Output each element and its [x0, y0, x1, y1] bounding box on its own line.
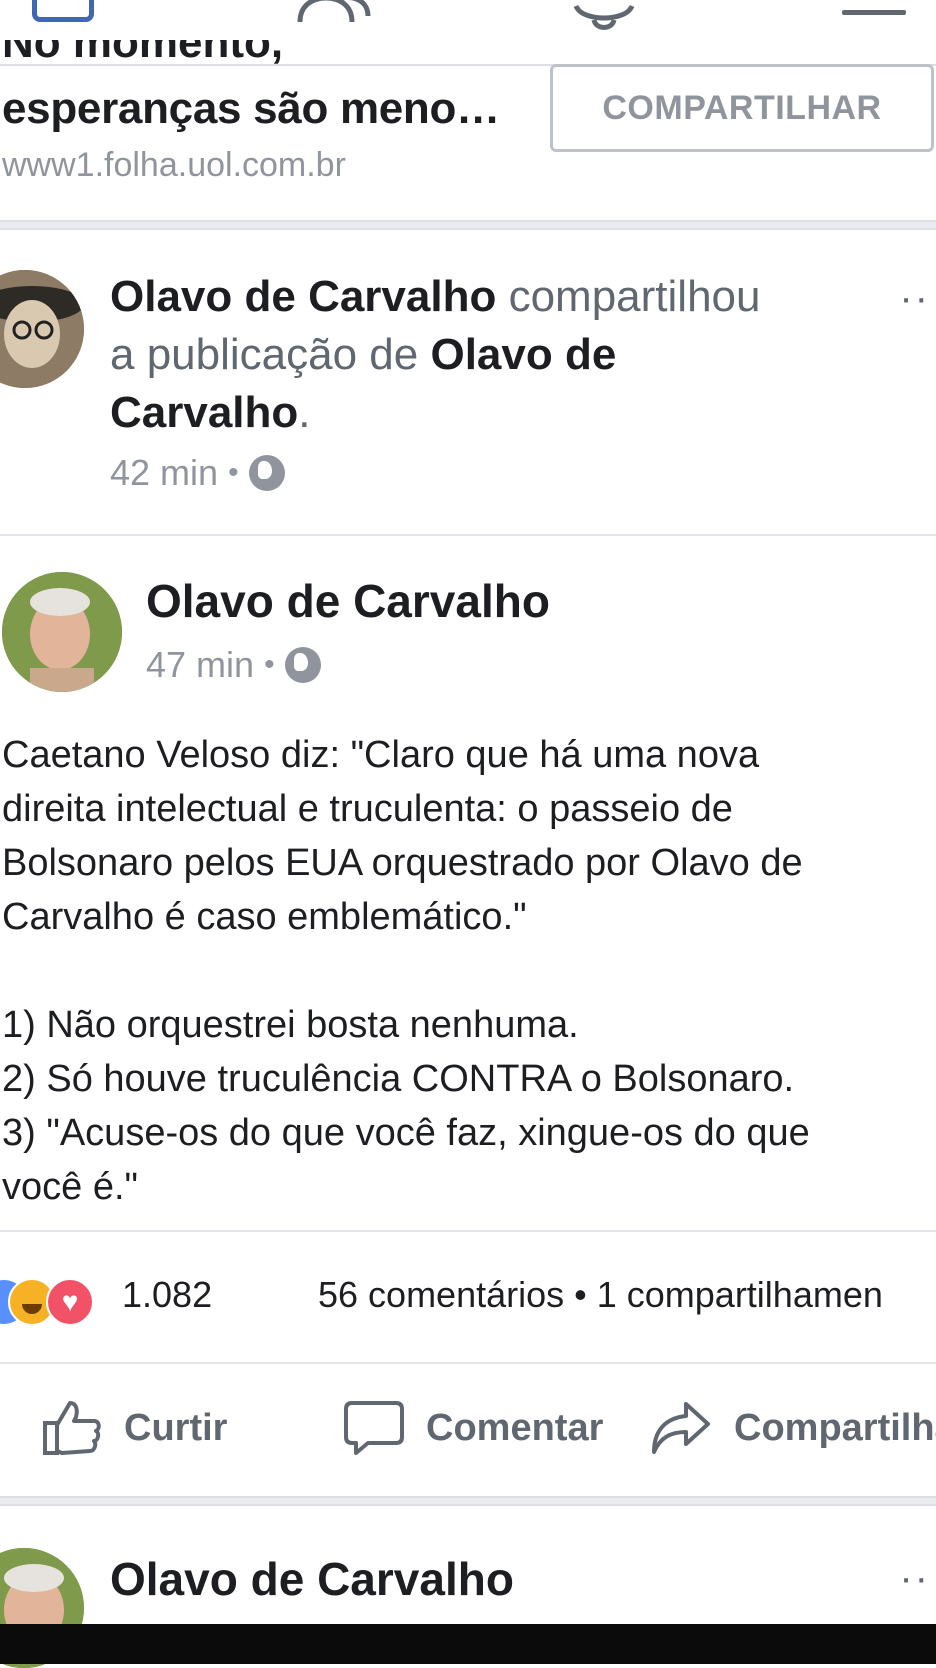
menu-icon[interactable] [842, 10, 906, 15]
globe-icon [284, 647, 321, 683]
original-author-link[interactable]: Olavo de [430, 330, 616, 379]
feed-separator [0, 1496, 936, 1506]
divider [0, 1230, 936, 1232]
like-button[interactable]: Curtir [42, 1396, 227, 1460]
post-body: Caetano Veloso diz: "Claro que há uma no… [2, 734, 810, 1208]
love-reaction-icon: ♥ [46, 1278, 94, 1326]
divider [0, 534, 936, 536]
link-title[interactable]: esperanças são meno… [2, 84, 500, 134]
share-link-button[interactable]: COMPARTILHAR [550, 64, 934, 152]
post-author[interactable]: Olavo de Carvalho [146, 574, 550, 628]
avatar[interactable] [2, 572, 122, 692]
comments-shares-count[interactable]: 56 comentários • 1 compartilhamen [318, 1274, 883, 1316]
globe-icon [248, 455, 285, 491]
home-icon[interactable] [32, 0, 94, 22]
share-icon [652, 1402, 710, 1454]
reaction-count[interactable]: 1.082 [122, 1274, 212, 1316]
system-bottom-bar [0, 1624, 936, 1664]
link-title-cut: No momento, [2, 40, 284, 67]
share-button[interactable]: Compartilha [650, 1396, 936, 1460]
link-domain: www1.folha.uol.com.br [2, 146, 346, 184]
shared-header-line1: Olavo de Carvalho compartilhou [110, 272, 761, 321]
notifications-icon[interactable] [570, 0, 638, 30]
comment-button[interactable]: Comentar [344, 1396, 603, 1460]
more-options-icon[interactable]: ·· [899, 1556, 930, 1601]
avatar[interactable] [0, 270, 84, 388]
more-options-icon[interactable]: ·· [899, 276, 930, 321]
like-icon [43, 1401, 101, 1455]
next-post-author[interactable]: Olavo de Carvalho [110, 1552, 514, 1606]
divider [0, 1362, 936, 1364]
shared-header-line2: a publicação de Olavo de [110, 330, 617, 379]
friends-icon[interactable] [296, 0, 372, 24]
shared-timestamp: 42 min • [110, 452, 285, 494]
actor-name[interactable]: Olavo de Carvalho [110, 272, 496, 321]
feed-separator [0, 220, 936, 230]
comment-icon [344, 1401, 404, 1455]
shared-header-line3: Carvalho. [110, 388, 311, 437]
post-timestamp: 47 min • [146, 644, 321, 686]
